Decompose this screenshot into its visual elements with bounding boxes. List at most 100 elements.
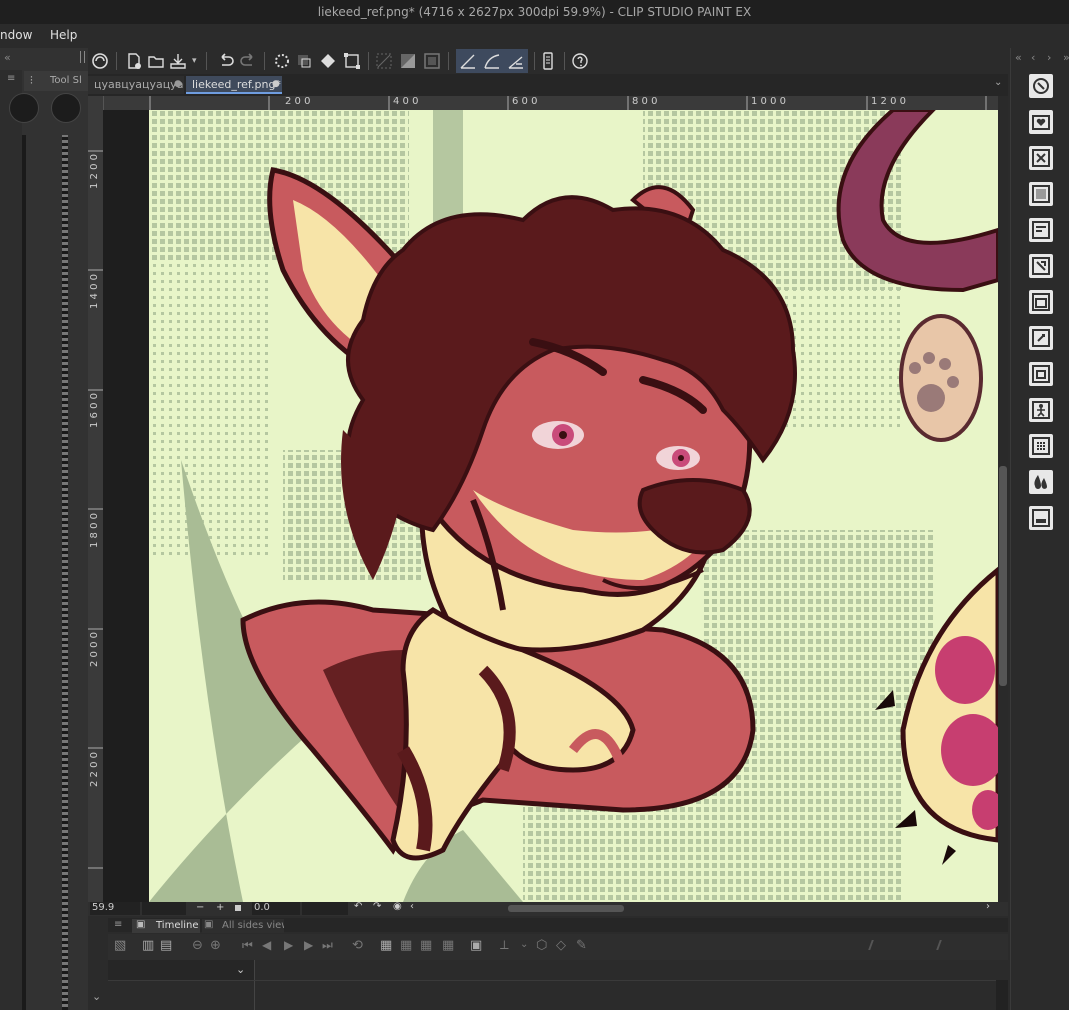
play-icon[interactable]: ▶ [284,938,293,952]
deselect-icon[interactable] [374,51,394,71]
rotate-left-icon[interactable]: ↶ [354,901,362,912]
fill-icon[interactable] [318,51,338,71]
zoom-out-timeline-icon[interactable]: ⊖ [192,938,203,953]
open-file-icon[interactable] [146,51,166,71]
brush-size-preview[interactable] [9,93,39,123]
collapse-timeline-icon[interactable]: ⌄ [92,990,101,1003]
add-frame-icon[interactable]: ▤ [160,938,172,953]
layer-icon[interactable] [1029,290,1053,314]
menu-help[interactable]: Help [50,28,77,42]
light-table-icon[interactable]: ⟂ [500,938,509,953]
color-mixing-icon[interactable] [1029,470,1053,494]
clip-studio-icon[interactable] [90,51,110,71]
rename-cel-icon[interactable]: ▦ [442,938,454,953]
zoom-value[interactable]: 59.9 [90,902,140,915]
timeline-settings-icon[interactable]: ▥ [142,938,154,953]
layer-property-icon[interactable] [1029,182,1053,206]
invert-selection-icon[interactable] [398,51,418,71]
menu-window[interactable]: ndow [0,28,32,42]
snap-ruler-icon[interactable] [458,51,478,71]
left-panel-strip: ≡ [0,70,22,1010]
phone-icon[interactable] [538,51,558,71]
pen-icon[interactable]: ✎ [576,938,587,953]
color-set-icon[interactable] [1029,434,1053,458]
vertical-scrollbar[interactable] [998,96,1008,902]
snap-special-ruler-icon[interactable] [482,51,502,71]
save-dropdown-icon[interactable]: ▾ [192,56,197,66]
horizontal-scroll-thumb[interactable] [508,905,624,912]
next-frame-icon[interactable]: ▶ [304,938,313,952]
status-bar: 59.9 − + 0.0 ↶ ↷ ◉ ‹ › [88,901,1008,916]
brush-size-slider[interactable] [22,135,26,1010]
zoom-in-button[interactable]: + [216,902,224,913]
sub-view-icon[interactable] [1029,362,1053,386]
vertical-ruler: 1 2 0 0 1 4 0 0 1 6 0 0 1 8 0 0 2 0 0 0 … [88,96,104,906]
panel-grip-icon[interactable] [80,51,85,63]
tool-settings-tab[interactable]: ⫶ Tool Sl [24,71,88,91]
tab-document-2[interactable]: liekeed_ref.png* [186,76,282,94]
first-frame-icon[interactable]: ⏮ [242,938,253,953]
item-bank-icon[interactable] [1029,506,1053,530]
arrow-right-icon[interactable]: › [1047,51,1051,64]
clear-icon[interactable] [272,51,292,71]
tab-dropdown-icon[interactable]: ⌄ [994,77,1002,88]
panel-menu-icon[interactable]: ≡ [114,919,122,930]
save-icon[interactable] [168,51,188,71]
ruler-label: 1 4 0 0 [89,274,100,309]
opacity-slider[interactable] [62,135,68,1010]
rotate-right-icon[interactable]: ↷ [373,901,381,912]
prev-frame-icon[interactable]: ◀ [262,938,271,952]
document-tabs: цуавцуацуацуа ● liekeed_ref.png* ● ⌄ [88,74,1008,96]
tab-timeline[interactable]: ▣ Timeline [132,919,200,933]
layer-search-icon[interactable] [1029,218,1053,242]
light-table-dropdown-icon[interactable]: ⌄ [520,939,528,950]
timeline-select[interactable]: ⌄ [108,960,254,980]
history-icon[interactable] [1029,326,1053,350]
new-cel-icon[interactable]: ▦ [380,938,392,953]
zoom-slider[interactable] [142,902,186,915]
zoom-in-timeline-icon[interactable]: ⊕ [210,938,221,953]
undo-icon[interactable] [216,51,236,71]
scroll-right-icon[interactable]: › [986,901,990,912]
new-file-icon[interactable] [124,51,144,71]
expand-right-icon[interactable]: « [1015,51,1022,64]
keyframe-icon[interactable]: ◇ [556,938,566,953]
ruler-label: 1 2 0 0 [871,96,906,107]
rotation-slider[interactable] [302,902,348,915]
specify-cel-icon[interactable]: ▦ [400,938,412,953]
panel-menu-icon[interactable]: ≡ [7,73,15,84]
brush-density-preview[interactable] [51,93,81,123]
artist-pose-icon[interactable] [1029,398,1053,422]
canvas-area[interactable] [103,110,998,902]
last-frame-icon[interactable]: ⏭ [322,938,333,953]
new-timeline-icon[interactable]: ▧ [114,938,126,953]
arrow-left-icon[interactable]: ‹ [1031,51,1035,64]
timeline-scrollbar[interactable] [996,980,1008,1010]
tab-all-sides-view[interactable]: ▣ All sides view [202,919,284,933]
tab-close-icon[interactable]: ● [174,79,182,89]
loop-icon[interactable]: ⟲ [352,938,363,953]
zoom-out-button[interactable]: − [196,902,204,913]
tab-close-icon[interactable]: ● [272,79,280,89]
onion-skin-icon[interactable]: ▣ [470,938,482,953]
snap-grid-icon[interactable] [506,51,526,71]
fit-button-icon[interactable] [235,905,241,911]
remove-cel-icon[interactable]: ▦ [420,938,432,953]
transform-icon[interactable] [342,51,362,71]
close-icon[interactable] [1029,146,1053,170]
rotation-value[interactable]: 0.0 [252,902,300,915]
camera-icon[interactable]: ⬡ [536,938,547,953]
help-icon[interactable] [570,51,590,71]
vertical-scroll-thumb[interactable] [999,466,1007,686]
tab-document-1[interactable]: цуавцуацуацуа [88,76,184,94]
redo-icon[interactable] [238,51,258,71]
collapse-right-icon[interactable]: » [1063,51,1069,64]
crop-icon[interactable] [294,51,314,71]
collapse-left-icon[interactable]: « [4,51,11,64]
scroll-left-icon[interactable]: ‹ [410,901,414,912]
navigator-icon[interactable] [1029,74,1053,98]
animation-cels-icon[interactable] [1029,254,1053,278]
show-area-icon[interactable] [422,51,442,71]
reset-rotation-icon[interactable]: ◉ [393,901,402,912]
material-icon[interactable] [1029,110,1053,134]
